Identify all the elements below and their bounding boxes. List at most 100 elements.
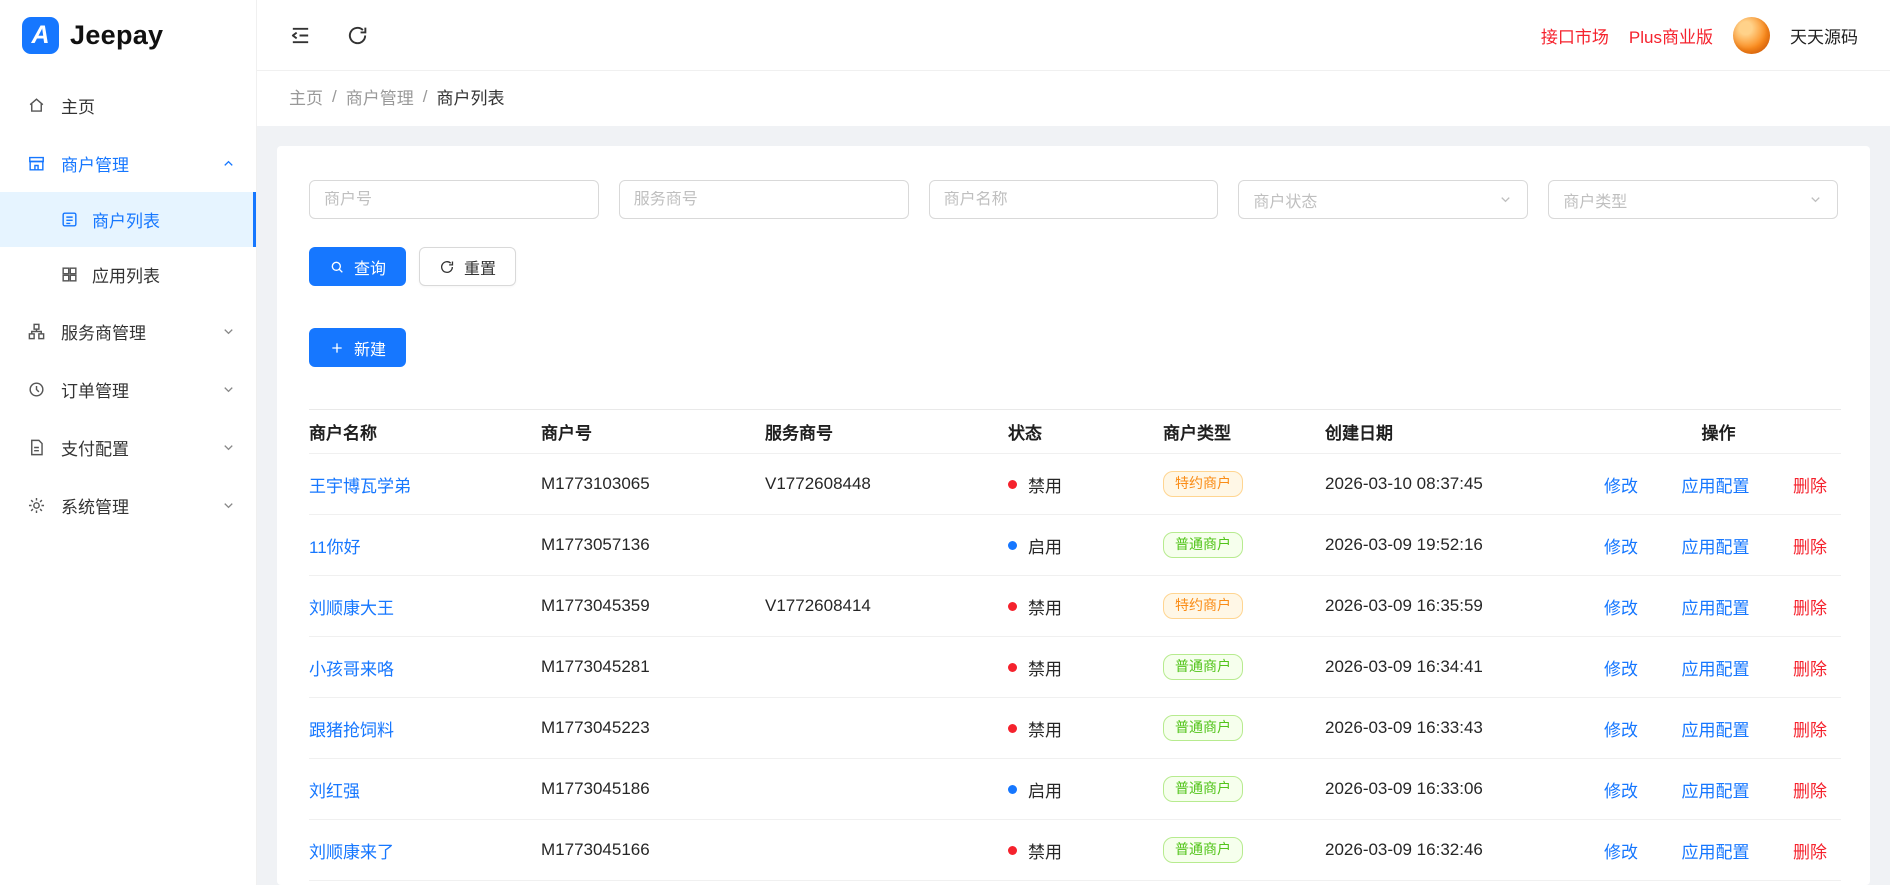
merchant-type-badge: 特约商户 xyxy=(1163,471,1243,497)
action-delete-link[interactable]: 删除 xyxy=(1793,533,1827,558)
brand-logo[interactable]: A Jeepay xyxy=(0,0,256,70)
col-created: 创建日期 xyxy=(1325,409,1604,454)
action-delete-link[interactable]: 删除 xyxy=(1793,777,1827,802)
merchant-no-cell: M1773103065 xyxy=(541,453,765,515)
main-area: 接口市场 Plus商业版 天天源码 主页 / 商户管理 / 商户列表 商户号 服… xyxy=(257,0,1890,885)
col-merchant-type: 商户类型 xyxy=(1163,409,1325,454)
status-dot-icon xyxy=(1008,723,1017,733)
action-app-config-link[interactable]: 应用配置 xyxy=(1682,472,1750,497)
sidebar-item-payment-config[interactable]: 支付配置 xyxy=(0,418,256,476)
sidebar-item-order-management[interactable]: 订单管理 xyxy=(0,360,256,418)
merchant-name-link[interactable]: 跟猪抢饲料 xyxy=(309,721,394,740)
isv-no-cell: V1772608448 xyxy=(765,453,1008,515)
new-merchant-button[interactable]: 新建 xyxy=(309,328,407,367)
merchant-name-link[interactable]: 11你好 xyxy=(309,538,361,557)
merchant-type-badge: 普通商户 xyxy=(1163,837,1243,863)
merchant-name-input[interactable] xyxy=(943,190,1204,209)
type-cell: 普通商户 xyxy=(1163,636,1325,698)
refresh-icon[interactable] xyxy=(346,24,369,47)
merchant-no-cell: M1773045186 xyxy=(541,758,765,820)
merchant-name-link[interactable]: 刘顺康来了 xyxy=(309,843,394,862)
sidebar-item-label: 服务商管理 xyxy=(61,323,146,343)
created-cell: 2026-03-09 16:32:46 xyxy=(1325,819,1604,881)
action-app-config-link[interactable]: 应用配置 xyxy=(1682,594,1750,619)
isv-no-cell xyxy=(765,697,1008,759)
sidebar-item-system-management[interactable]: 系统管理 xyxy=(0,476,256,534)
search-button[interactable]: 查询 xyxy=(309,247,407,286)
breadcrumb-item-home[interactable]: 主页 xyxy=(289,84,323,109)
status-dot-icon xyxy=(1008,601,1017,611)
new-button-label: 新建 xyxy=(354,341,387,359)
username[interactable]: 天天源码 xyxy=(1790,23,1858,48)
col-merchant-no: 商户号 xyxy=(541,409,765,454)
status-cell: 禁用 xyxy=(1008,819,1163,881)
action-delete-link[interactable]: 删除 xyxy=(1793,594,1827,619)
action-app-config-link[interactable]: 应用配置 xyxy=(1682,655,1750,680)
sidebar-item-app-list[interactable]: 应用列表 xyxy=(0,247,256,302)
type-cell: 普通商户 xyxy=(1163,758,1325,820)
isv-no-input[interactable] xyxy=(633,190,894,209)
sidebar-item-label: 订单管理 xyxy=(61,381,129,401)
action-edit-link[interactable]: 修改 xyxy=(1604,533,1638,558)
actions-cell: 修改 应用配置 删除 xyxy=(1604,575,1841,637)
apps-icon xyxy=(62,267,77,282)
merchant-type-badge: 普通商户 xyxy=(1163,654,1243,680)
reset-button[interactable]: 重置 xyxy=(419,247,517,286)
action-edit-link[interactable]: 修改 xyxy=(1604,472,1638,497)
status-dot-icon xyxy=(1008,845,1017,855)
merchant-name-link[interactable]: 刘红强 xyxy=(309,782,360,801)
chevron-down-icon xyxy=(224,386,233,392)
action-edit-link[interactable]: 修改 xyxy=(1604,655,1638,680)
plus-edition-link[interactable]: Plus商业版 xyxy=(1629,23,1713,48)
merchant-list-card: 商户状态 商户类型 查询 重置 xyxy=(277,146,1870,885)
status-dot-icon xyxy=(1008,540,1017,550)
merchant-table: 商户名称 商户号 服务商号 状态 商户类型 创建日期 操作 王宇博瓦学弟 M17… xyxy=(309,409,1841,881)
pay-icon xyxy=(31,439,43,455)
menu-fold-icon[interactable] xyxy=(289,24,312,47)
sidebar-subitem-label: 商户列表 xyxy=(92,212,160,231)
isv-no-cell xyxy=(765,636,1008,698)
col-status: 状态 xyxy=(1008,409,1163,454)
merchant-name-link[interactable]: 小孩哥来咯 xyxy=(309,660,394,679)
action-app-config-link[interactable]: 应用配置 xyxy=(1682,777,1750,802)
filter-bar: 商户状态 商户类型 xyxy=(309,180,1838,219)
merchant-status-select[interactable]: 商户状态 xyxy=(1238,180,1529,219)
search-icon xyxy=(331,261,344,273)
cluster-icon xyxy=(28,323,45,339)
action-app-config-link[interactable]: 应用配置 xyxy=(1682,716,1750,741)
action-delete-link[interactable]: 删除 xyxy=(1793,716,1827,741)
sidebar-item-merchant-list[interactable]: 商户列表 xyxy=(0,192,256,247)
merchant-no-input[interactable] xyxy=(324,190,584,209)
col-actions: 操作 xyxy=(1604,409,1841,454)
sidebar-item-home[interactable]: 主页 xyxy=(0,76,256,134)
action-edit-link[interactable]: 修改 xyxy=(1604,594,1638,619)
actions-cell: 修改 应用配置 删除 xyxy=(1604,636,1841,698)
merchant-type-select[interactable]: 商户类型 xyxy=(1548,180,1838,219)
action-app-config-link[interactable]: 应用配置 xyxy=(1682,533,1750,558)
sidebar-item-label: 主页 xyxy=(61,97,95,117)
action-app-config-link[interactable]: 应用配置 xyxy=(1682,838,1750,863)
action-edit-link[interactable]: 修改 xyxy=(1604,777,1638,802)
merchant-name-link[interactable]: 王宇博瓦学弟 xyxy=(309,477,411,496)
avatar[interactable] xyxy=(1733,16,1770,54)
merchant-name-link[interactable]: 刘顺康大王 xyxy=(309,599,394,618)
action-delete-link[interactable]: 删除 xyxy=(1793,838,1827,863)
table-row: 王宇博瓦学弟 M1773103065 V1772608448 禁用 特约商户 2… xyxy=(309,453,1841,515)
action-edit-link[interactable]: 修改 xyxy=(1604,838,1638,863)
col-merchant-name: 商户名称 xyxy=(309,409,541,454)
status-label: 禁用 xyxy=(1028,842,1062,862)
reset-button-label: 重置 xyxy=(464,260,497,278)
breadcrumb-item-merchant-management[interactable]: 商户管理 xyxy=(346,84,414,109)
type-cell: 特约商户 xyxy=(1163,575,1325,637)
action-edit-link[interactable]: 修改 xyxy=(1604,716,1638,741)
brand-logo-icon: A xyxy=(22,16,59,54)
sidebar-item-merchant-management[interactable]: 商户管理 xyxy=(0,134,256,192)
action-delete-link[interactable]: 删除 xyxy=(1793,472,1827,497)
actions-cell: 修改 应用配置 删除 xyxy=(1604,514,1841,576)
sidebar-item-label: 系统管理 xyxy=(61,497,129,517)
created-cell: 2026-03-09 16:34:41 xyxy=(1325,636,1604,698)
api-market-link[interactable]: 接口市场 xyxy=(1541,23,1609,48)
action-delete-link[interactable]: 删除 xyxy=(1793,655,1827,680)
merchant-status-placeholder: 商户状态 xyxy=(1253,193,1318,211)
sidebar-item-isv-management[interactable]: 服务商管理 xyxy=(0,302,256,360)
